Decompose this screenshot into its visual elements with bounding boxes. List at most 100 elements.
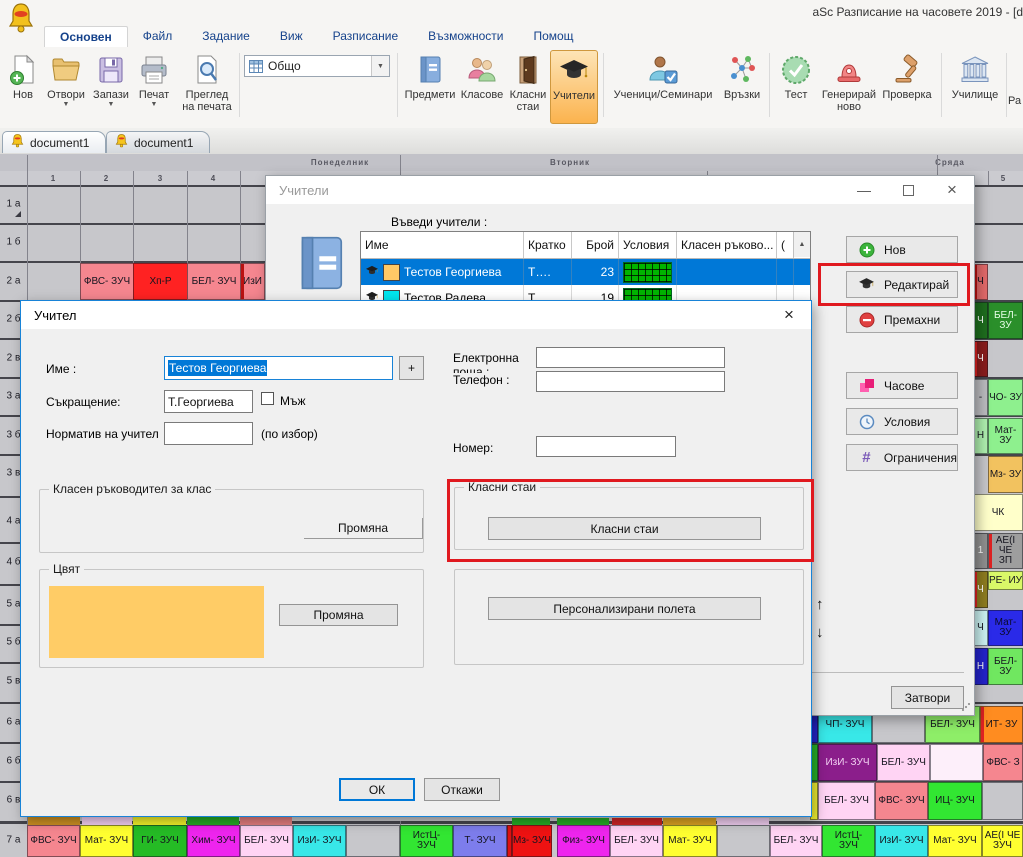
lessons-button[interactable]: Часове [846, 372, 958, 399]
move-up-icon[interactable]: ↑ [816, 596, 824, 613]
menu-tab[interactable]: Виж [265, 26, 318, 47]
menu-tab[interactable]: Файл [128, 26, 188, 47]
menu-tab[interactable]: Възможности [413, 26, 518, 47]
timetable-cell[interactable] [982, 782, 1023, 820]
timetable-cell[interactable]: БЕЛ- ЗУ [988, 648, 1023, 685]
new-teacher-button[interactable]: Нов [846, 236, 958, 263]
restrictions-button[interactable]: # Ограничения [846, 444, 958, 471]
document-tab-2[interactable]: document1 [106, 131, 210, 153]
menu-tab[interactable]: Задание [187, 26, 265, 47]
table-column-header[interactable]: Брой [572, 232, 619, 258]
conditions-button[interactable]: Условия [846, 408, 958, 435]
close-button[interactable]: Затвори [891, 686, 964, 709]
document-tab-1[interactable]: document1 [2, 131, 106, 153]
timetable-cell[interactable]: БЕЛ- ЗУЧ [877, 744, 930, 781]
print-button[interactable]: Печат ▼ [132, 50, 176, 124]
print-dropdown-icon[interactable]: ▼ [151, 101, 158, 108]
teachers-dialog-titlebar[interactable]: Учители — × [266, 176, 974, 204]
short-name-input[interactable]: Т.Георгиева [164, 390, 253, 413]
timetable-cell[interactable]: Мат- ЗУЧ [663, 825, 717, 857]
class-row-label[interactable]: 7 а [1, 835, 26, 846]
table-column-header[interactable]: Име [361, 232, 524, 258]
class-row-label[interactable]: 1 а [1, 199, 26, 210]
timetable-cell[interactable]: ИзИ- ЗУЧ [875, 825, 928, 857]
norm-input[interactable] [164, 422, 253, 445]
minimize-icon[interactable]: — [842, 176, 886, 204]
teacher-dialog-titlebar[interactable]: Учител × [21, 301, 811, 329]
timetable-cell[interactable]: Ч [973, 302, 988, 339]
timetable-cell[interactable]: Ч [973, 571, 988, 608]
timetable-cell[interactable]: ИзИ- ЗУЧ [818, 744, 877, 781]
save-button[interactable]: Запази ▼ [90, 50, 132, 124]
timetable-cell[interactable]: ИЦ- ЗУЧ [928, 782, 982, 820]
timetable-cell[interactable]: БЕЛ- ЗУЧ [770, 825, 822, 857]
timetable-cell[interactable]: БЕЛ- ЗУ [988, 302, 1023, 339]
menu-tab[interactable]: Помощ [518, 26, 588, 47]
timetable-cell[interactable]: ФВС- ЗУЧ [875, 782, 928, 820]
open-dropdown-icon[interactable]: ▼ [63, 101, 70, 108]
edit-teacher-button[interactable]: Редактирай [846, 271, 958, 298]
links-button[interactable]: Връзки [718, 50, 766, 124]
timetable-cell[interactable]: Ч [973, 341, 988, 377]
classrooms-button[interactable]: Класни стаи [488, 517, 761, 540]
maximize-icon[interactable] [886, 176, 930, 204]
teachers-table[interactable]: ИмеКраткоБройУсловияКласен ръково...( Те… [360, 231, 811, 310]
students-seminars-button[interactable]: Ученици/Семинари [608, 50, 718, 124]
timetable-cell[interactable]: Т- ЗУЧ [453, 825, 507, 857]
timetable-cell[interactable]: Мат- ЗУЧ [80, 825, 133, 857]
close-icon[interactable]: × [930, 176, 974, 204]
teacher-color-swatch[interactable] [49, 586, 264, 658]
timetable-cell[interactable]: Мат- ЗУЧ [928, 825, 982, 857]
timetable-cell[interactable]: АЕ(I ЧЕ ЗП [988, 533, 1023, 569]
generate-new-button[interactable]: Генерирай ново [820, 50, 878, 124]
timetable-cell[interactable] [717, 825, 770, 857]
timetable-cell[interactable]: ЧО- ЗУ [988, 379, 1023, 416]
close-icon[interactable]: × [767, 301, 811, 329]
color-change-button[interactable]: Промяна [279, 604, 398, 626]
view-combobox-dropdown-icon[interactable]: ▼ [371, 56, 389, 76]
name-input[interactable]: Тестов Георгиева [164, 356, 393, 380]
teacher-row[interactable]: Тестов ГеоргиеваТ….23 [361, 259, 810, 285]
timetable-cell[interactable]: БЕЛ- ЗУЧ [187, 263, 241, 300]
timetable-cell[interactable]: РЕ- ИУ [988, 571, 1023, 590]
timetable-cell[interactable] [346, 825, 400, 857]
timetable-cell[interactable]: Мат- ЗУ [988, 610, 1023, 646]
subjects-button[interactable]: Предмети [402, 50, 458, 124]
new-button[interactable]: Нов [4, 50, 42, 124]
timetable-cell[interactable]: Н [973, 418, 988, 454]
email-input[interactable] [536, 347, 725, 368]
table-column-header[interactable]: Условия [619, 232, 677, 258]
timetable-cell[interactable]: БЕЛ- ЗУЧ [610, 825, 663, 857]
class-row-label[interactable]: 1 б [1, 237, 26, 248]
timetable-cell[interactable]: ИТ- ЗУ [980, 706, 1023, 743]
test-button[interactable]: Тест [772, 50, 820, 124]
table-column-header[interactable]: Кратко [524, 232, 572, 258]
cancel-button[interactable]: Откажи [424, 778, 500, 801]
save-dropdown-icon[interactable]: ▼ [108, 101, 115, 108]
classes-button[interactable]: Класове [458, 50, 506, 124]
timetable-cell[interactable]: ЧК [973, 494, 1023, 531]
move-down-icon[interactable]: ↓ [816, 624, 824, 641]
view-combobox[interactable]: Общо ▼ [244, 55, 390, 77]
timetable-cell[interactable]: ГИ- ЗУЧ [133, 825, 187, 857]
timetable-cell[interactable]: Н [973, 648, 988, 685]
timetable-cell[interactable]: ИзИ- ЗУЧ [293, 825, 346, 857]
open-button[interactable]: Отвори ▼ [42, 50, 90, 124]
school-button[interactable]: Училище [946, 50, 1004, 124]
menu-tab[interactable]: Основен [44, 26, 128, 47]
timetable-cell[interactable]: ФВС- ЗУЧ [80, 263, 134, 300]
table-column-header[interactable]: Класен ръково... [677, 232, 777, 258]
timetable-cell[interactable]: ФВС- ЗУЧ [27, 825, 80, 857]
timetable-cell[interactable]: Мат- ЗУ [988, 418, 1023, 454]
timetable-cell[interactable] [930, 744, 983, 781]
timetable-cell[interactable]: АЕ(I ЧЕ ЗУЧ [982, 825, 1023, 857]
timetable-cell[interactable]: Мз- ЗУ [988, 456, 1023, 493]
print-preview-button[interactable]: Преглед на печата [176, 50, 238, 124]
timetable-cell[interactable]: Ч [973, 264, 988, 300]
timetable-cell[interactable]: Мз- ЗУЧ [512, 825, 552, 857]
timetable-cell[interactable]: ИстЦ- ЗУЧ [400, 825, 453, 857]
resize-grip[interactable] [962, 703, 970, 711]
male-checkbox[interactable] [261, 392, 274, 405]
phone-input[interactable] [536, 371, 725, 392]
timetable-cell[interactable]: - [973, 379, 988, 416]
